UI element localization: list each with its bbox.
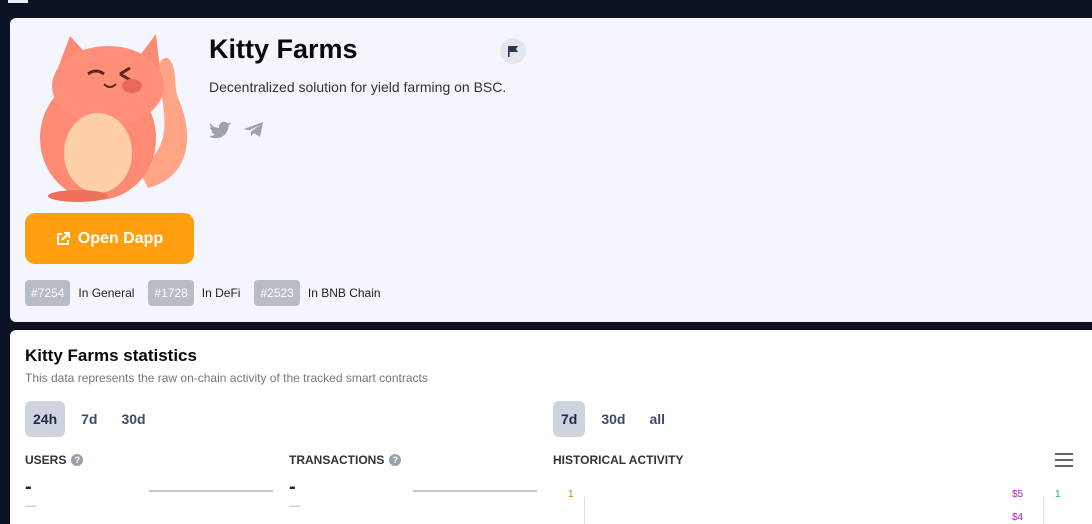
help-icon[interactable]: ? bbox=[71, 454, 84, 466]
report-button[interactable] bbox=[500, 38, 526, 64]
users-label: USERS bbox=[25, 453, 67, 467]
transactions-value: - bbox=[289, 476, 296, 498]
price-tick: $5 bbox=[1012, 489, 1024, 500]
page-title: Kitty Farms bbox=[209, 34, 358, 64]
users-value: - bbox=[25, 476, 32, 498]
flag-icon bbox=[508, 46, 518, 57]
kitty-farms-logo bbox=[28, 28, 196, 204]
history-tab-7d[interactable]: 7d bbox=[553, 401, 586, 437]
transactions-change: — bbox=[289, 500, 300, 512]
chart-left-axis bbox=[584, 497, 585, 524]
dapp-description: Decentralized solution for yield farming… bbox=[209, 79, 507, 95]
transactions-metric-label: TRANSACTIONS ? bbox=[289, 453, 402, 467]
rankings: #7254 In General #1728 In DeFi #2523 In … bbox=[25, 280, 395, 306]
rank-label: In DeFi bbox=[201, 286, 241, 300]
telegram-icon[interactable] bbox=[243, 120, 265, 140]
rank-badge: #2523 bbox=[254, 280, 300, 306]
period-tabs: 24h 7d 30d bbox=[25, 401, 162, 437]
rank-general[interactable]: #7254 In General bbox=[25, 280, 134, 306]
users-metric-label: USERS ? bbox=[25, 453, 84, 467]
social-links bbox=[209, 120, 265, 140]
transactions-label: TRANSACTIONS bbox=[289, 453, 385, 467]
open-dapp-label: Open Dapp bbox=[77, 229, 164, 247]
rank-label: In General bbox=[78, 286, 135, 300]
rank-bnb-chain[interactable]: #2523 In BNB Chain bbox=[254, 280, 381, 306]
help-icon[interactable]: ? bbox=[389, 454, 402, 466]
rank-label: In BNB Chain bbox=[307, 286, 381, 300]
history-tab-30d[interactable]: 30d bbox=[593, 401, 633, 437]
rank-badge: #1728 bbox=[148, 280, 194, 306]
history-tabs: 7d 30d all bbox=[553, 401, 681, 437]
historical-activity-label: HISTORICAL ACTIVITY bbox=[553, 453, 683, 467]
history-tab-all[interactable]: all bbox=[641, 401, 673, 437]
statistics-title: Kitty Farms statistics bbox=[25, 346, 197, 365]
transactions-sparkline bbox=[413, 490, 537, 492]
tab-30d[interactable]: 30d bbox=[113, 401, 153, 437]
users-change: — bbox=[25, 500, 36, 512]
twitter-icon[interactable] bbox=[209, 120, 232, 140]
top-nav-edge bbox=[8, 0, 28, 3]
left-axis-tick: 1 bbox=[568, 489, 574, 500]
chart-menu-icon[interactable] bbox=[1055, 453, 1073, 467]
price-tick: $4 bbox=[1012, 512, 1024, 523]
chart-right-axis bbox=[1043, 497, 1044, 524]
historical-label: HISTORICAL ACTIVITY bbox=[553, 453, 684, 467]
rank-badge: #7254 bbox=[25, 280, 71, 306]
external-link-icon bbox=[56, 231, 70, 245]
users-sparkline bbox=[149, 490, 273, 492]
tab-7d[interactable]: 7d bbox=[73, 401, 105, 437]
open-dapp-button[interactable]: Open Dapp bbox=[25, 213, 194, 264]
tab-24h[interactable]: 24h bbox=[25, 401, 66, 437]
statistics-subtitle: This data represents the raw on-chain ac… bbox=[25, 371, 428, 385]
rank-defi[interactable]: #1728 In DeFi bbox=[148, 280, 240, 306]
right-axis-tick: 1 bbox=[1055, 489, 1061, 500]
